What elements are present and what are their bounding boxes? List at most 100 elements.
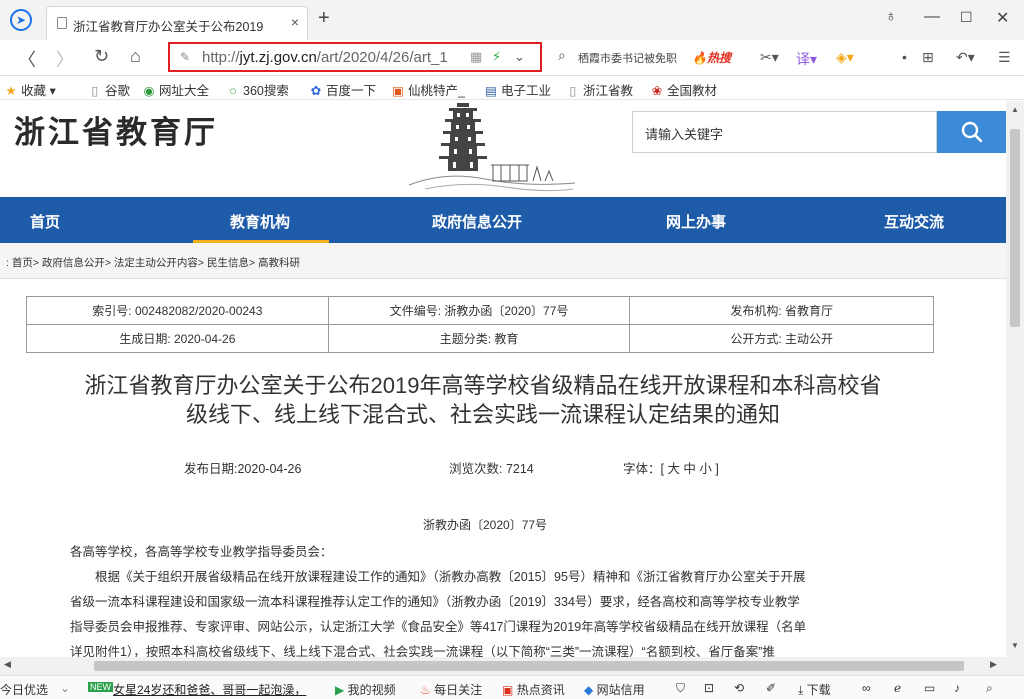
shirt-icon[interactable]: ♁ <box>885 8 897 26</box>
refresh-icon[interactable]: ⟲ <box>734 681 744 695</box>
horizontal-scrollbar[interactable]: ◀ ▶ <box>0 657 1006 675</box>
translate-icon[interactable]: 译▾ <box>796 49 817 69</box>
bookmark-favorites[interactable]: ★ 收藏 ▾ <box>4 80 55 99</box>
scroll-left-icon[interactable]: ◀ <box>4 659 11 670</box>
link-icon[interactable]: ∞ <box>862 681 871 695</box>
scroll-corner <box>1006 657 1024 675</box>
site-trust[interactable]: ◆ 网站信用 <box>584 681 645 698</box>
emblem-icon: ❀ <box>651 84 663 98</box>
shield-icon[interactable]: ⛉ <box>676 681 685 696</box>
scroll-down-icon[interactable]: ▼ <box>1011 641 1019 650</box>
meta-table: 索引号: 002482082/2020-00243 文件编号: 浙教办函〔202… <box>26 296 934 353</box>
scissors-icon[interactable]: ✂▾ <box>760 49 779 66</box>
chevron-down-icon[interactable]: ⌄ <box>60 681 70 695</box>
hot-search-label[interactable]: 🔥热搜 <box>692 49 731 66</box>
my-video[interactable]: ▶ 我的视频 <box>335 681 396 698</box>
drop-icon: ◆ <box>584 683 594 697</box>
forward-button[interactable]: 〉 <box>56 46 74 72</box>
globe-icon: ◉ <box>143 84 155 98</box>
search-icon: ○ <box>229 84 237 98</box>
browser-logo-icon[interactable]: ➤ <box>10 9 32 31</box>
breadcrumb-bar: : 首页> 政府信息公开> 法定主动公开内容> 民生信息> 高教科研 <box>0 243 1006 279</box>
bookmark-phei[interactable]: ▤ 电子工业 <box>484 80 551 99</box>
site-title[interactable]: 浙江省教育厅 <box>14 107 218 152</box>
address-bar[interactable]: ✎ http://jyt.zj.gov.cn/art/2020/4/26/art… <box>168 42 542 72</box>
nav-institutions[interactable]: 教育机构 <box>230 211 290 232</box>
breadcrumb[interactable]: : 首页> 政府信息公开> 法定主动公开内容> 民生信息> 高教科研 <box>6 255 300 270</box>
security-icon: ✎ <box>180 50 191 64</box>
body-line: 指导委员会申报推荐、专家评审、网站公示，认定浙江大学《食品安全》等417门课程为… <box>70 620 807 634</box>
image-icon[interactable]: ⊡ <box>704 681 714 695</box>
bookmark-google[interactable]: ▯ 谷歌 <box>88 80 130 99</box>
window-icon[interactable]: ▭ <box>924 681 935 695</box>
page-icon: ▯ <box>91 84 99 98</box>
ie-icon[interactable]: ℯ <box>894 681 901 695</box>
zoom-icon[interactable]: ⌕ <box>986 681 993 696</box>
new-badge-icon: NEW <box>88 682 113 692</box>
minimize-button[interactable]: — <box>924 8 940 26</box>
close-tab-icon[interactable]: × <box>291 14 299 30</box>
nav-gov-info[interactable]: 政府信息公开 <box>432 211 522 232</box>
browser-search[interactable]: ⌕ 栖霞市委书记被免职 🔥热搜 <box>554 45 740 71</box>
maximize-button[interactable]: ☐ <box>960 9 973 26</box>
book-icon: ▤ <box>485 84 497 98</box>
back-button[interactable]: 〈 <box>18 46 36 72</box>
close-window-button[interactable]: ✕ <box>996 8 1009 28</box>
undo-icon[interactable]: ↶▾ <box>956 49 975 66</box>
address-text[interactable]: http://jyt.zj.gov.cn/art/2020/4/26/art_1 <box>202 49 460 66</box>
grid-icon[interactable]: ⊞ <box>922 49 934 66</box>
search-hint: 栖霞市委书记被免职 <box>578 53 677 65</box>
page-icon <box>57 17 67 29</box>
bookmark-xiantao[interactable]: ▣ 仙桃特产_ <box>391 80 465 99</box>
meta-publisher: 发布机构: 省教育厅 <box>629 296 934 325</box>
meta-category: 主题分类: 教育 <box>327 324 631 353</box>
download-button[interactable]: ⤓ 下载 <box>798 681 831 698</box>
news-headline-link[interactable]: 女星24岁还和爸爸、哥哥一起泡澡， <box>113 681 306 698</box>
bookmark-hao[interactable]: ◉ 网址大全 <box>142 80 209 99</box>
new-tab-button[interactable]: + <box>318 7 330 30</box>
bookmark-baidu[interactable]: ✿ 百度一下 <box>309 80 376 99</box>
nav-online-services[interactable]: 网上办事 <box>666 211 726 232</box>
home-button[interactable]: ⌂ <box>130 46 141 67</box>
bookmark-360[interactable]: ○ 360搜索 <box>226 80 289 99</box>
meta-created: 生成日期: 2020-04-26 <box>26 324 329 353</box>
site-search-input[interactable]: 请输入关键字 <box>632 111 937 153</box>
page-icon: ▯ <box>569 84 577 98</box>
nav-interaction[interactable]: 互动交流 <box>884 211 944 232</box>
flame-icon: ♨ <box>420 683 431 697</box>
bookmark-zjedu[interactable]: ▯ 浙江省教 <box>566 80 633 99</box>
shield-icon[interactable]: ◈▾ <box>836 49 854 66</box>
star-icon: ★ <box>5 84 17 98</box>
broom-icon[interactable]: ✐ <box>766 681 776 695</box>
qr-icon[interactable]: ▦ <box>470 49 482 65</box>
hot-news[interactable]: ▣ 热点资讯 <box>502 681 565 698</box>
hamburger-icon[interactable]: ☰ <box>998 49 1011 66</box>
scroll-right-icon[interactable]: ▶ <box>990 659 997 670</box>
meta-index-no: 索引号: 002482082/2020-00243 <box>26 296 329 325</box>
nav-home[interactable]: 首页 <box>30 211 60 232</box>
badge-icon: ▣ <box>392 84 404 98</box>
body-line: 省级一流本科课程建设和国家级一流本科课程推荐认定工作的通知》（浙教办函〔2019… <box>70 595 800 609</box>
horizontal-scroll-thumb[interactable] <box>94 661 964 671</box>
reload-button[interactable]: ↻ <box>94 46 109 67</box>
search-placeholder: 请输入关键字 <box>645 127 724 142</box>
main-nav: 首页 教育机构 政府信息公开 网上办事 互动交流 <box>0 197 1006 243</box>
site-search-button[interactable] <box>937 111 1006 153</box>
chevron-down-icon[interactable]: ⌄ <box>514 49 525 65</box>
vertical-scrollbar[interactable]: ▲ ▼ <box>1006 101 1024 657</box>
menu-dot-icon[interactable]: • <box>902 49 907 65</box>
today-picks[interactable]: 今日优选 <box>0 681 48 698</box>
daily-follow[interactable]: ♨ 每日关注 <box>420 681 482 698</box>
speaker-icon[interactable]: ♪ <box>954 681 960 695</box>
nav-toolbar: 〈 〉 ↻ ⌂ ✎ http://jyt.zj.gov.cn/art/2020/… <box>0 40 1024 76</box>
paw-icon: ✿ <box>310 84 322 98</box>
lightning-icon[interactable]: ⚡ <box>492 49 501 65</box>
tab-active[interactable]: 浙江省教育厅办公室关于公布2019 × <box>46 6 308 40</box>
scroll-up-icon[interactable]: ▲ <box>1011 105 1019 114</box>
bookmarks-bar: ★ 收藏 ▾ ▯ 谷歌 ◉ 网址大全 ○ 360搜索 ✿ 百度一下 ▣ 仙桃特产_ ▤ 电子工… <box>0 76 1024 100</box>
page-viewport: 浙江省教育厅 请输入关键字 首页 教育机构 政府信息公开 网上办事 互动交流:… <box>0 101 1006 657</box>
vertical-scroll-thumb[interactable] <box>1010 129 1020 327</box>
body-line: 详见附件1），按照本科高校省级线下、线上线下混合式、社会实践一流课程（以下简称“… <box>70 645 775 657</box>
font-size-control[interactable]: 字体：[ 大 中 小 ] <box>623 458 719 477</box>
bookmark-textbook[interactable]: ❀ 全国教材 <box>650 80 717 99</box>
